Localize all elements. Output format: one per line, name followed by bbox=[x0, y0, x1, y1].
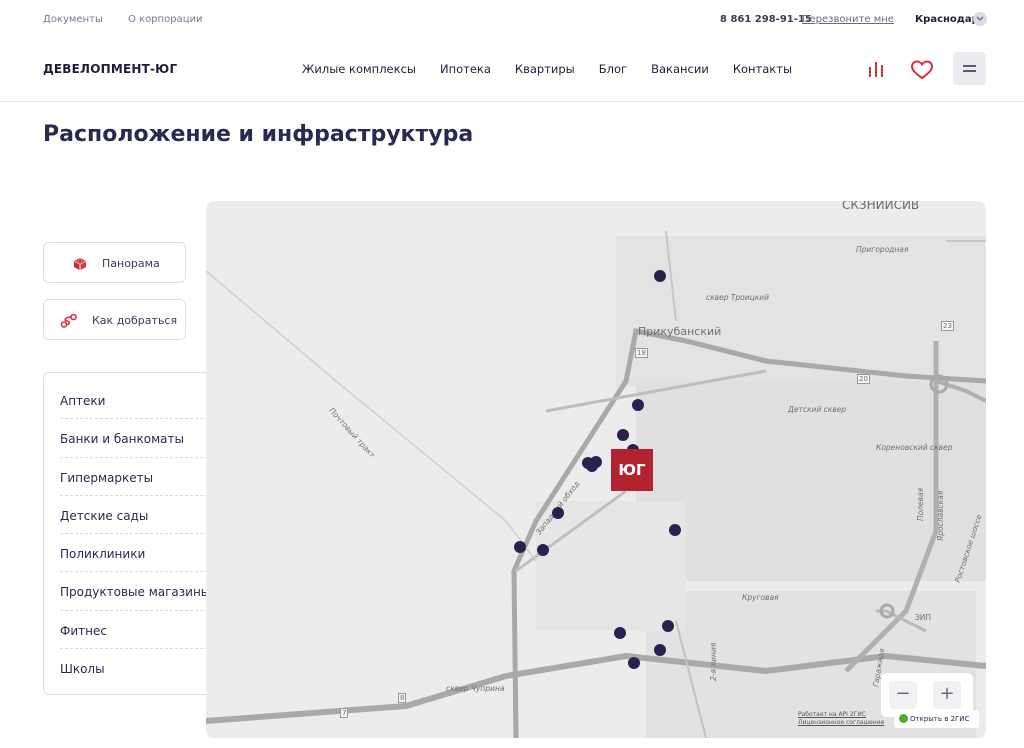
poi-marker[interactable] bbox=[628, 657, 640, 669]
category-name: Школы bbox=[60, 662, 105, 677]
map-label-skniisiv: СКЗНИИСИВ bbox=[842, 201, 920, 212]
license-link[interactable]: Лицензионное соглашение bbox=[798, 719, 884, 727]
poi-marker[interactable] bbox=[537, 544, 549, 556]
nav-contacts[interactable]: Контакты bbox=[733, 62, 792, 76]
category-name: Гипермаркеты bbox=[60, 470, 154, 485]
poi-marker[interactable] bbox=[669, 524, 681, 536]
category-name: Аптеки bbox=[60, 394, 106, 408]
menu-icon bbox=[963, 65, 976, 67]
poi-marker[interactable] bbox=[614, 627, 626, 639]
poi-marker[interactable] bbox=[552, 507, 564, 519]
map-label-prikubansky: Прикубанский bbox=[638, 325, 722, 338]
poi-marker[interactable] bbox=[654, 644, 666, 656]
poi-marker[interactable] bbox=[632, 399, 644, 411]
panorama-button[interactable]: Панорама bbox=[43, 242, 186, 283]
city-selector[interactable]: Краснодар bbox=[915, 14, 979, 25]
nav-mortgage[interactable]: Ипотека bbox=[440, 62, 491, 76]
map-label-skver-chuprina: сквер Чуприна bbox=[446, 684, 505, 693]
page-title: Расположение и инфраструктура bbox=[43, 122, 474, 147]
map-road-8: 8 bbox=[398, 693, 407, 703]
zoom-out-button[interactable]: − bbox=[889, 681, 917, 709]
compare-icon[interactable] bbox=[864, 58, 888, 82]
map-label-liniya2: 2-я линия bbox=[709, 642, 718, 681]
top-bar: Документы О корпорации 8 861 298-91-15 П… bbox=[0, 0, 1024, 40]
category-name: Детские сады bbox=[60, 508, 149, 523]
map-road-7: 7 bbox=[340, 708, 349, 718]
poi-marker[interactable] bbox=[586, 460, 598, 472]
map-label-prigorodnaya: Пригородная bbox=[856, 245, 909, 254]
nav-vacancies[interactable]: Вакансии bbox=[651, 62, 709, 76]
cube-icon bbox=[72, 256, 88, 270]
category-name: Фитнес bbox=[60, 623, 107, 638]
route-label: Как добраться bbox=[92, 314, 178, 327]
map-label-krugovaya: Круговая bbox=[742, 593, 779, 602]
map-road-18: 18 bbox=[635, 348, 648, 358]
map-label-poltavskaya: Полевая bbox=[916, 487, 925, 521]
main-header: ДЕВЕЛОПМЕНТ-ЮГ Жилые комплексы Ипотека К… bbox=[0, 40, 1024, 102]
chevron-down-icon[interactable] bbox=[973, 12, 987, 26]
map-label-detsky-skver: Детский сквер bbox=[788, 405, 847, 414]
complex-location-marker[interactable]: ЮГ bbox=[611, 449, 653, 491]
logo[interactable]: ДЕВЕЛОПМЕНТ-ЮГ bbox=[43, 62, 177, 76]
route-button[interactable]: Как добраться bbox=[43, 299, 186, 340]
map[interactable]: СКЗНИИСИВ Пригородная сквер Троицкий При… bbox=[206, 201, 986, 738]
map-road-23: 23 bbox=[941, 321, 954, 331]
nav-apartments[interactable]: Квартиры bbox=[515, 62, 575, 76]
map-road-20: 20 bbox=[857, 374, 870, 384]
category-name: Продуктовые магазины bbox=[60, 585, 211, 600]
poi-marker[interactable] bbox=[654, 270, 666, 282]
zoom-in-button[interactable]: + bbox=[933, 681, 961, 709]
documents-link[interactable]: Документы bbox=[43, 14, 103, 25]
nav-residential-complexes[interactable]: Жилые комплексы bbox=[302, 62, 416, 76]
menu-button[interactable] bbox=[953, 52, 986, 85]
category-name: Поликлиники bbox=[60, 547, 146, 562]
api-2gis-link[interactable]: Работает на API 2ГИС bbox=[798, 711, 884, 719]
poi-marker[interactable] bbox=[514, 541, 526, 553]
heart-icon[interactable] bbox=[910, 58, 934, 82]
map-label-korenovsky: Кореновский сквер bbox=[876, 443, 953, 452]
panorama-label: Панорама bbox=[102, 257, 160, 270]
map-label-zip: ЗИП bbox=[915, 613, 932, 622]
map-label-yaroslavskaya: Ярославская bbox=[936, 490, 945, 541]
poi-marker[interactable] bbox=[617, 429, 629, 441]
2gis-logo-icon bbox=[899, 714, 908, 723]
main-nav: Жилые комплексы Ипотека Квартиры Блог Ва… bbox=[302, 62, 816, 76]
callback-link[interactable]: Перезвоните мне bbox=[802, 14, 894, 25]
poi-marker[interactable] bbox=[662, 620, 674, 632]
route-icon bbox=[60, 313, 77, 328]
phone-number[interactable]: 8 861 298-91-15 bbox=[720, 14, 812, 25]
menu-icon-line bbox=[963, 70, 976, 72]
nav-blog[interactable]: Блог bbox=[599, 62, 627, 76]
about-corporation-link[interactable]: О корпорации bbox=[128, 14, 203, 25]
category-name: Банки и банкоматы bbox=[60, 432, 184, 447]
api-note: Работает на API 2ГИС Лицензионное соглаш… bbox=[798, 711, 884, 727]
open-2gis-label: Открыть в 2ГИС bbox=[910, 715, 970, 723]
open-2gis-button[interactable]: Открыть в 2ГИС bbox=[894, 710, 979, 728]
map-label-skver-troitsky: сквер Троицкий bbox=[706, 293, 770, 302]
